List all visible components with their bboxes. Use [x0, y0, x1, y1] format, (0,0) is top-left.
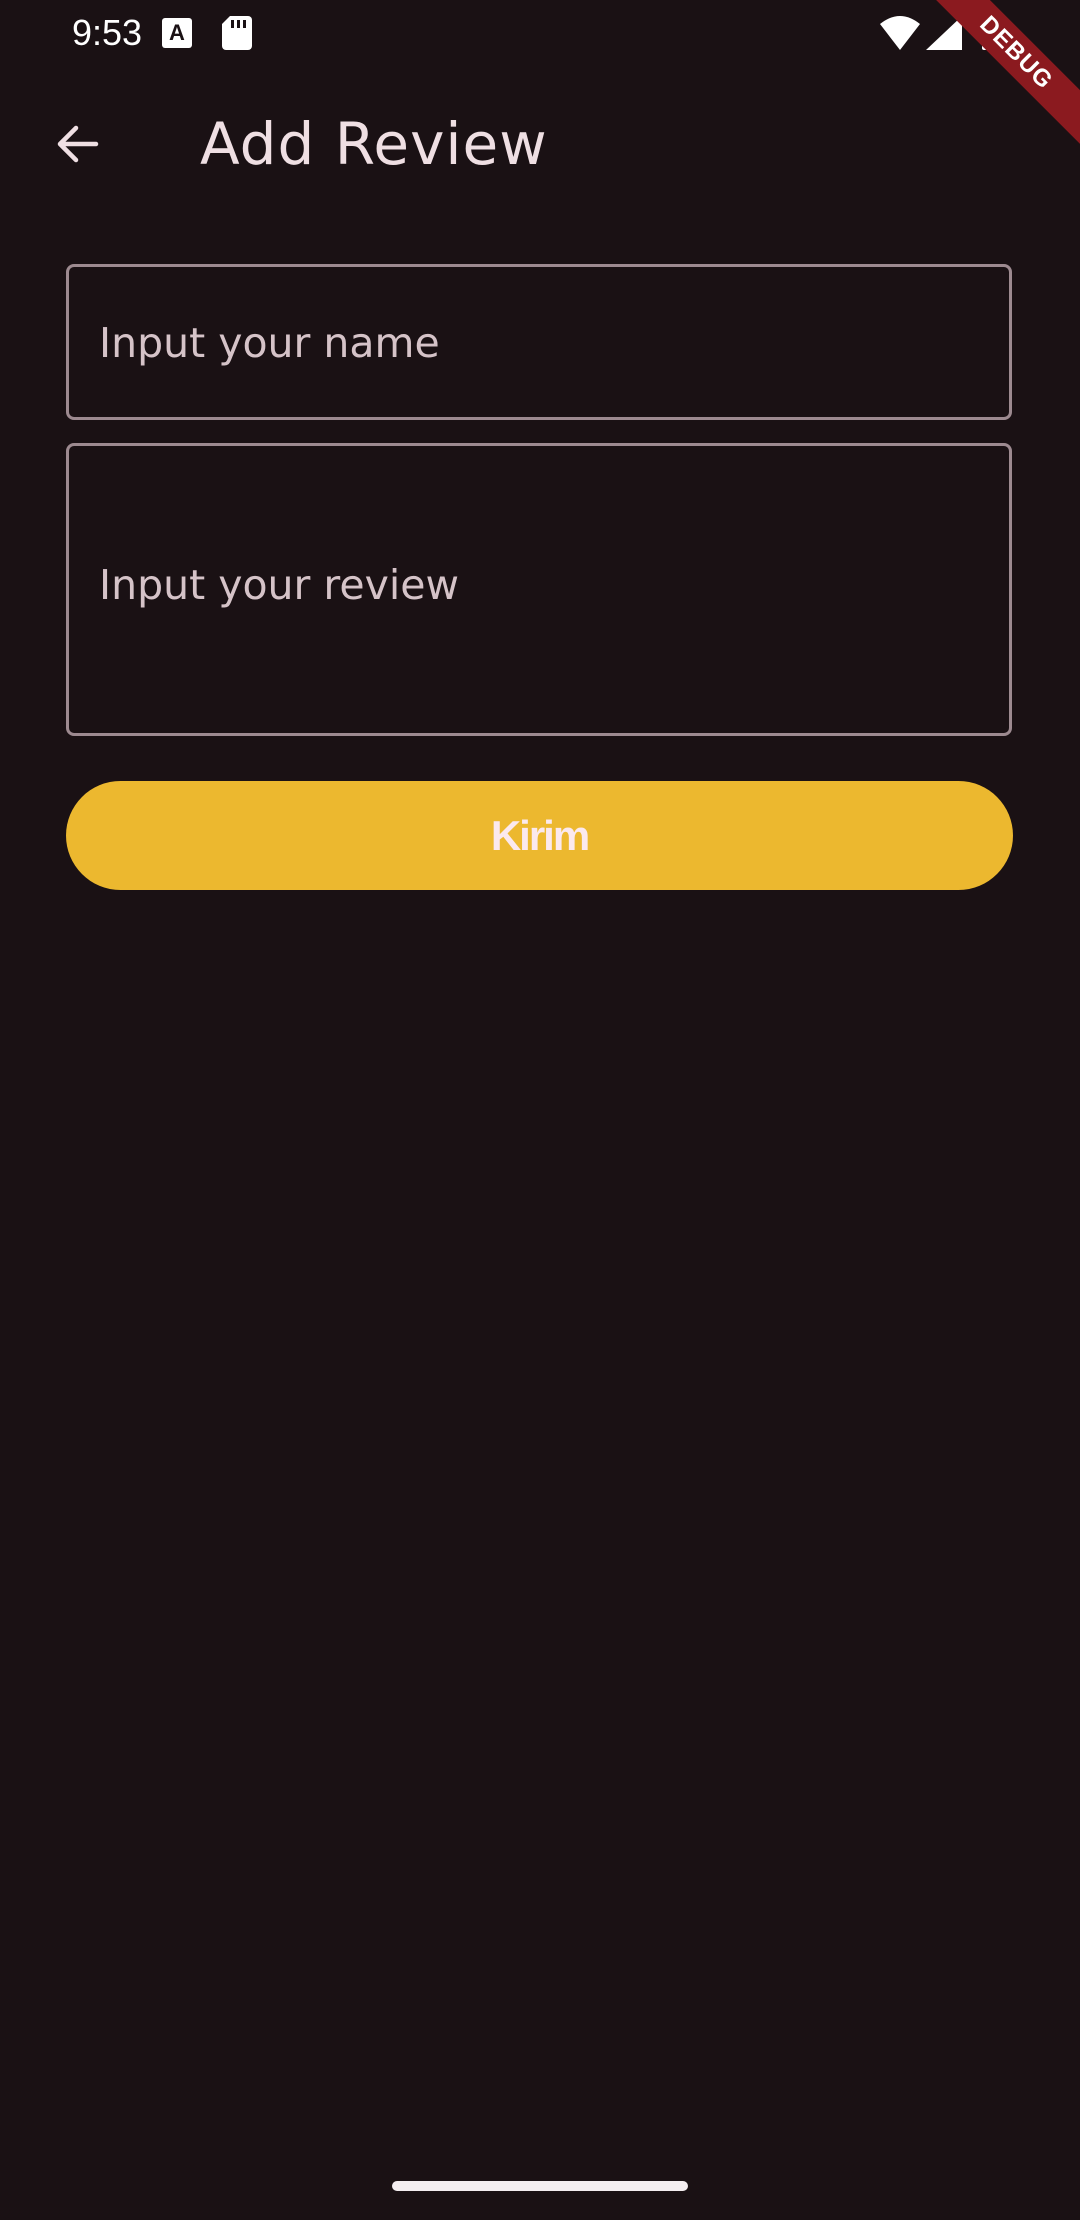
arrow-back-icon: [57, 125, 99, 163]
submit-button[interactable]: Kirim: [66, 781, 1013, 890]
back-button[interactable]: [40, 108, 112, 180]
battery-icon: [982, 14, 1002, 50]
app-bar: Add Review: [0, 80, 1080, 208]
review-input[interactable]: [99, 561, 979, 621]
name-field[interactable]: [66, 264, 1012, 420]
wifi-icon: [880, 16, 920, 50]
signal-icon: [926, 16, 962, 50]
name-input[interactable]: [99, 317, 979, 369]
status-time: 9:53: [72, 12, 143, 53]
status-bar: 9:53 A: [0, 0, 1080, 64]
page-title: Add Review: [200, 110, 548, 178]
text-a-icon: A: [162, 18, 192, 48]
sd-card-icon: [222, 16, 252, 50]
gesture-bar[interactable]: [392, 2181, 688, 2191]
review-field[interactable]: [66, 443, 1012, 736]
